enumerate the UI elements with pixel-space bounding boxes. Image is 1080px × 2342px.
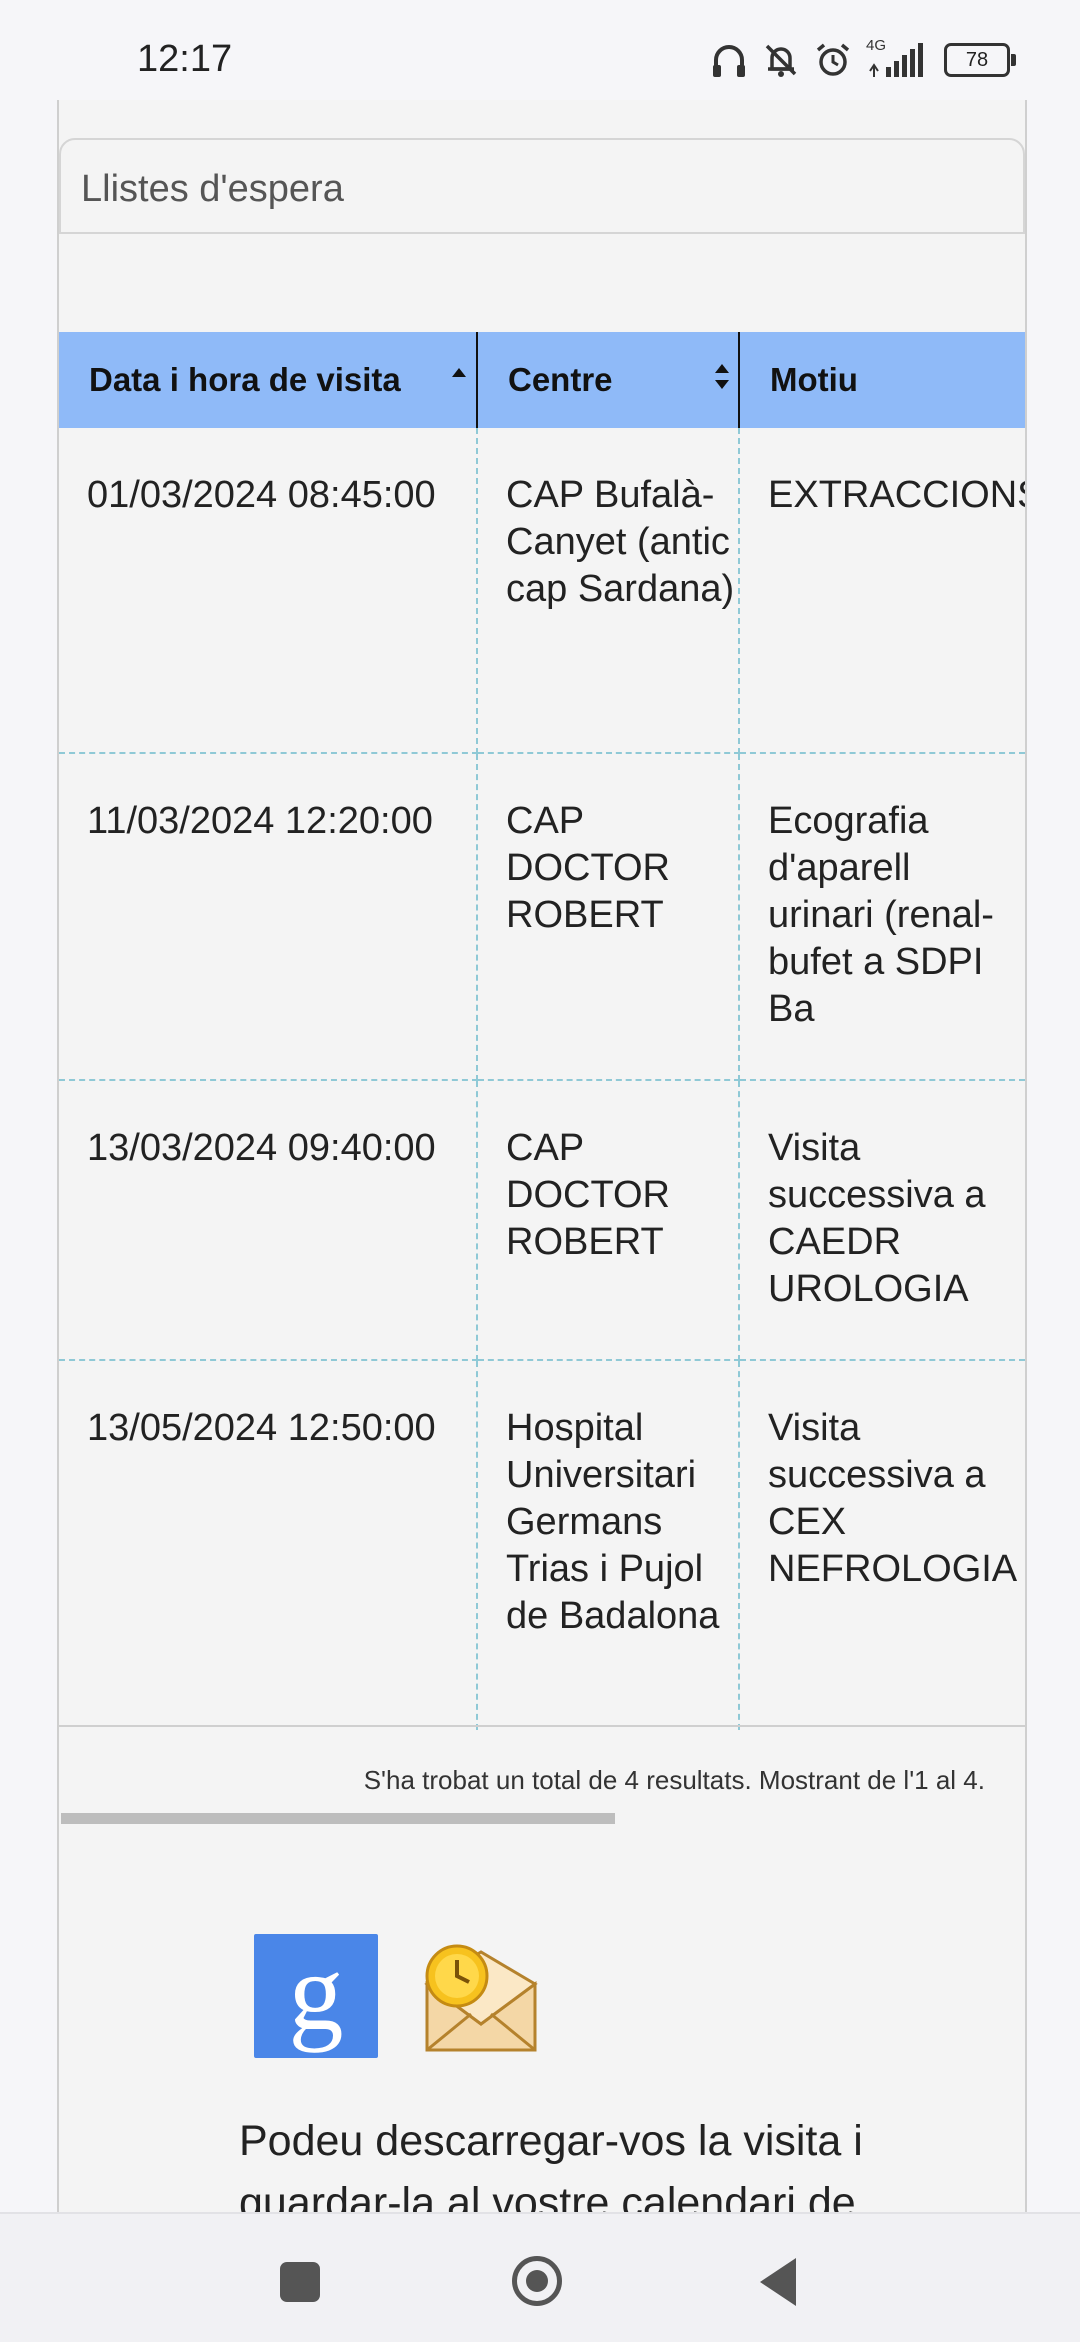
page-content: Llistes d'espera Data i hora de visita C… — [57, 100, 1027, 2212]
google-letter: g — [289, 1934, 344, 2053]
table-footer: S'ha trobat un total de 4 resultats. Mos… — [59, 1725, 1025, 1817]
home-button[interactable] — [512, 2256, 562, 2306]
recent-apps-button[interactable] — [280, 2262, 320, 2302]
column-header-center[interactable]: Centre — [477, 332, 740, 428]
table-row[interactable]: 13/03/2024 09:40:00 CAP DOCTOR ROBERT Vi… — [59, 1080, 1025, 1361]
signal-icon: 4G — [866, 37, 930, 79]
results-info: S'ha trobat un total de 4 resultats. Mos… — [363, 1765, 985, 1795]
cell-center: CAP DOCTOR ROBERT — [477, 1080, 740, 1361]
outlook-calendar-icon[interactable] — [419, 1934, 543, 2058]
column-header-reason[interactable]: Motiu — [739, 332, 1025, 428]
back-button[interactable] — [760, 2258, 796, 2306]
cell-reason: EXTRACCIONS — [739, 428, 1025, 754]
horizontal-scrollbar[interactable] — [61, 1813, 615, 1824]
table-header-row: Data i hora de visita Centre Motiu — [59, 332, 1025, 428]
sort-ascending-icon — [452, 368, 466, 377]
cell-center: CAP DOCTOR ROBERT — [477, 753, 740, 1081]
cell-date: 11/03/2024 12:20:00 — [59, 753, 478, 1081]
cell-reason: Visita successiva a CEX NEFROLOGIA — [768, 1407, 1018, 1590]
navigation-bar — [0, 2212, 1080, 2342]
google-calendar-icon[interactable]: g — [254, 1931, 378, 2058]
status-bar: 12:17 4G 78 — [0, 0, 1080, 100]
status-icons: 4G 78 — [710, 37, 1016, 80]
status-time: 12:17 — [137, 38, 233, 80]
cell-date: 13/05/2024 12:50:00 — [59, 1360, 478, 1730]
battery-level: 78 — [965, 49, 989, 71]
column-header-label: Data i hora de visita — [89, 361, 401, 398]
column-header-label: Centre — [508, 361, 613, 398]
headset-icon — [713, 45, 745, 77]
table-row[interactable]: 01/03/2024 08:45:00 CAP Bufalà-Canyet (a… — [59, 428, 1025, 754]
table-row[interactable]: 11/03/2024 12:20:00 CAP DOCTOR ROBERT Ec… — [59, 753, 1025, 1081]
section-title: Llistes d'espera — [81, 168, 344, 210]
cell-center: CAP Bufalà-Canyet (antic cap Sardana) — [477, 428, 740, 754]
cell-date: 01/03/2024 08:45:00 — [59, 428, 478, 754]
column-header-label: Motiu — [770, 361, 858, 398]
alarm-icon — [816, 43, 850, 76]
cell-center: Hospital Universitari Germans Trias i Pu… — [477, 1360, 740, 1730]
cell-date: 13/03/2024 09:40:00 — [59, 1080, 478, 1361]
table-row[interactable]: 13/05/2024 12:50:00 Hospital Universitar… — [59, 1360, 1025, 1730]
section-header[interactable]: Llistes d'espera — [59, 138, 1025, 234]
bell-muted-icon — [765, 44, 797, 77]
cell-reason: Ecografia d'aparell urinari (renal-bufet… — [739, 753, 1025, 1081]
download-description: Podeu descarregar-vos la visita i guarda… — [239, 2117, 863, 2212]
cell-reason: Visita successiva a CAEDR UROLOGIA — [739, 1080, 1025, 1361]
column-header-date[interactable]: Data i hora de visita — [59, 332, 478, 428]
battery-icon: 78 — [944, 43, 1016, 77]
sort-icon — [714, 364, 730, 396]
visits-table: Data i hora de visita Centre Motiu 01/03… — [59, 332, 1025, 1730]
